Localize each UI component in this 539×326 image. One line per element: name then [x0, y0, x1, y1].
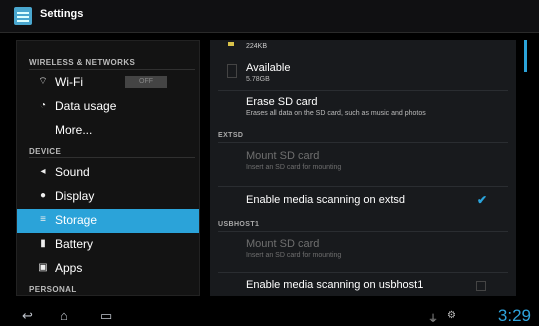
erase-sd-card-row[interactable]: Erase SD card Erases all data on the SD …	[210, 92, 516, 126]
storage-icon: ≡	[40, 214, 46, 225]
erase-sd-card-title: Erase SD card	[246, 96, 318, 108]
divider	[218, 186, 508, 187]
extsd-section-header: EXTSD	[218, 132, 244, 139]
recent-apps-icon[interactable]: ▭	[100, 308, 112, 324]
extsd-mount-title: Mount SD card	[246, 150, 320, 162]
section-personal: PERSONAL	[29, 285, 77, 294]
divider	[218, 90, 508, 91]
usbhost-section-header: USBHOST1	[218, 221, 260, 228]
section-divider	[29, 157, 195, 158]
sidebar-item-label: Data usage	[55, 99, 117, 113]
storage-panel: 224KB Available 5.78GB Erase SD card Era…	[210, 40, 516, 296]
sidebar-item-sound[interactable]: ◂ Sound	[17, 161, 199, 185]
section-divider	[29, 69, 195, 70]
sidebar-item-label: Battery	[55, 237, 94, 251]
divider	[218, 231, 508, 232]
settings-sidebar: WIRELESS & NETWORKS ⌔ Wi-Fi OFF ◔ Data u…	[16, 40, 200, 296]
extsd-mount-row: Mount SD card Insert an SD card for moun…	[210, 146, 516, 182]
usbhost-mount-desc: Insert an SD card for mounting	[246, 252, 342, 259]
home-icon[interactable]: ⌂	[60, 308, 68, 323]
sound-icon: ◂	[40, 166, 46, 177]
scrollbar[interactable]	[524, 40, 527, 72]
available-value: 5.78GB	[246, 76, 270, 83]
sidebar-item-battery[interactable]: ▮ Battery	[17, 233, 199, 257]
usb-icon: ⏚	[428, 314, 438, 325]
wifi-toggle[interactable]: OFF	[125, 76, 167, 88]
checkbox[interactable]	[476, 281, 486, 291]
usbhost-media-scan-title: Enable media scanning on usbhost1	[246, 279, 424, 291]
sidebar-item-label: Apps	[55, 261, 83, 275]
available-label: Available	[246, 62, 291, 74]
page-title: Settings	[40, 8, 84, 20]
available-swatch	[227, 64, 237, 78]
sidebar-item-storage[interactable]: ≡ Storage	[17, 209, 199, 233]
divider	[218, 272, 508, 273]
misc-color-swatch	[228, 42, 234, 46]
settings-gear-icon: ⚙	[447, 310, 456, 321]
sidebar-item-data-usage[interactable]: ◔ Data usage	[17, 95, 199, 119]
apps-icon: ▣	[38, 262, 48, 273]
sidebar-item-wifi[interactable]: ⌔ Wi-Fi OFF	[17, 71, 199, 95]
wifi-icon: ⌔	[38, 76, 48, 87]
usbhost-mount-title: Mount SD card	[246, 238, 320, 250]
display-icon: ●	[39, 190, 47, 201]
divider	[218, 142, 508, 143]
data-usage-icon: ◔	[39, 100, 47, 111]
sidebar-item-label: Sound	[55, 165, 90, 179]
title-bar: Settings	[0, 0, 539, 33]
sidebar-item-label: More...	[55, 123, 93, 137]
checkmark-icon[interactable]: ✔	[476, 194, 488, 206]
clock: 3:29	[497, 306, 531, 325]
settings-app-icon[interactable]	[14, 7, 32, 25]
battery-icon: ▮	[40, 238, 46, 249]
erase-sd-card-desc: Erases all data on the SD card, such as …	[246, 110, 426, 117]
section-wireless-networks: WIRELESS & NETWORKS	[29, 58, 136, 67]
sidebar-item-more[interactable]: More...	[17, 119, 199, 143]
back-icon[interactable]: ↩	[22, 308, 33, 324]
sidebar-item-label: Storage	[55, 213, 98, 227]
section-device: DEVICE	[29, 147, 62, 156]
sidebar-item-label: Wi-Fi	[55, 75, 83, 89]
extsd-mount-desc: Insert an SD card for mounting	[246, 164, 342, 171]
system-navigation-bar: ↩ ⌂ ▭ ⏚ ⚙ 3:29	[0, 304, 539, 326]
usbhost-media-scan-row[interactable]: Enable media scanning on usbhost1	[210, 274, 516, 296]
sidebar-item-label: Display	[55, 189, 95, 203]
storage-used-value: 224KB	[246, 43, 268, 50]
sidebar-item-display[interactable]: ● Display	[17, 185, 199, 209]
extsd-media-scan-title: Enable media scanning on extsd	[246, 194, 405, 206]
usbhost-mount-row: Mount SD card Insert an SD card for moun…	[210, 234, 516, 268]
sidebar-item-apps[interactable]: ▣ Apps	[17, 257, 199, 281]
extsd-media-scan-row[interactable]: Enable media scanning on extsd ✔	[210, 188, 516, 214]
